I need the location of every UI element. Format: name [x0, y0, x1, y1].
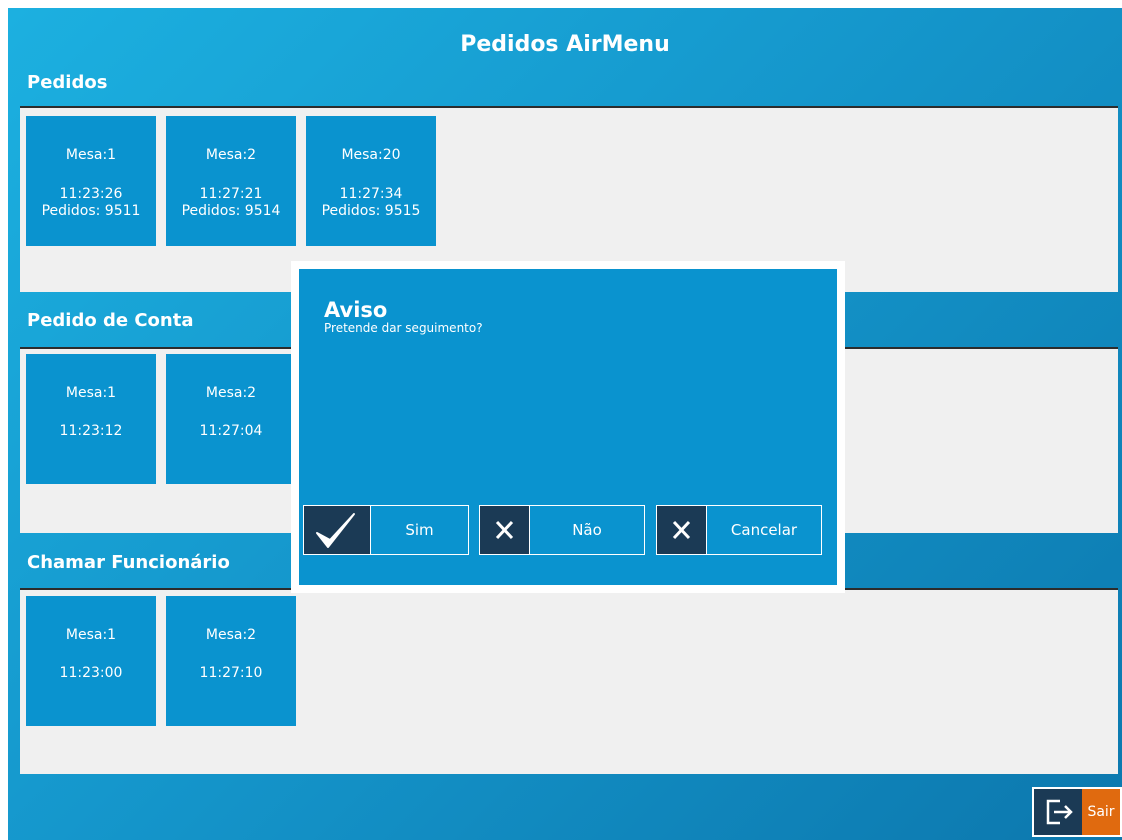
tile-orders: Pedidos: 9511 — [41, 203, 141, 219]
tile-time: 11:27:34 — [339, 186, 403, 202]
funcionario-tile[interactable]: Mesa:1 11:23:00 — [26, 596, 156, 726]
logout-icon — [1032, 787, 1084, 837]
dialog-title: Aviso — [324, 298, 388, 322]
section-label-pedidos: Pedidos — [27, 72, 108, 93]
tile-time: 11:27:04 — [199, 423, 263, 439]
section-label-funcionario: Chamar Funcionário — [27, 552, 230, 573]
exit-label: Sair — [1082, 787, 1122, 837]
dialog-frame: Aviso Pretende dar seguimento? Sim Não C… — [291, 261, 845, 593]
cancel-button[interactable]: Cancelar — [656, 505, 822, 555]
yes-button[interactable]: Sim — [303, 505, 469, 555]
tile-mesa: Mesa:1 — [65, 147, 117, 163]
conta-tile[interactable]: Mesa:1 11:23:12 — [26, 354, 156, 484]
no-button[interactable]: Não — [479, 505, 645, 555]
funcionario-panel: Mesa:1 11:23:00 Mesa:2 11:27:10 — [20, 588, 1118, 774]
confirm-dialog: Aviso Pretende dar seguimento? Sim Não C… — [299, 269, 837, 585]
tile-mesa: Mesa:2 — [205, 147, 257, 163]
funcionario-tile[interactable]: Mesa:2 11:27:10 — [166, 596, 296, 726]
check-icon — [304, 506, 371, 554]
pedido-tile[interactable]: Mesa:2 11:27:21 Pedidos: 9514 — [166, 116, 296, 246]
section-label-conta: Pedido de Conta — [27, 310, 194, 331]
yes-label: Sim — [405, 521, 434, 539]
tile-mesa: Mesa:1 — [65, 385, 117, 401]
tile-time: 11:23:00 — [59, 665, 123, 681]
cancel-label: Cancelar — [730, 521, 798, 539]
tile-orders: Pedidos: 9515 — [321, 203, 421, 219]
pedido-tile[interactable]: Mesa:20 11:27:34 Pedidos: 9515 — [306, 116, 436, 246]
tile-time: 11:23:26 — [59, 186, 123, 202]
x-icon — [480, 506, 530, 554]
dialog-message: Pretende dar seguimento? — [324, 321, 483, 335]
no-label: Não — [572, 521, 602, 539]
tile-time: 11:27:10 — [199, 665, 263, 681]
x-icon — [657, 506, 707, 554]
exit-button[interactable]: Sair — [1032, 787, 1122, 837]
tile-mesa: Mesa:2 — [205, 385, 257, 401]
tile-time: 11:27:21 — [199, 186, 263, 202]
tile-mesa: Mesa:20 — [341, 147, 401, 163]
tile-orders: Pedidos: 9514 — [181, 203, 281, 219]
pedido-tile[interactable]: Mesa:1 11:23:26 Pedidos: 9511 — [26, 116, 156, 246]
tile-mesa: Mesa:1 — [65, 627, 117, 643]
tile-mesa: Mesa:2 — [205, 627, 257, 643]
conta-tile[interactable]: Mesa:2 11:27:04 — [166, 354, 296, 484]
tile-time: 11:23:12 — [59, 423, 123, 439]
page-title: Pedidos AirMenu — [460, 32, 670, 57]
